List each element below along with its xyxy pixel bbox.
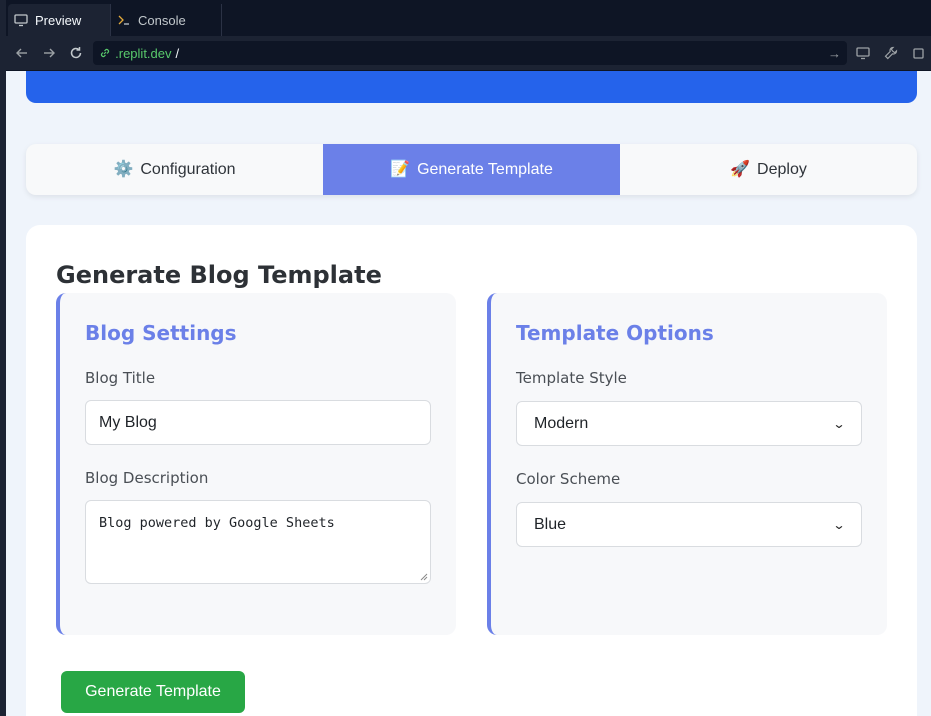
tab-deploy[interactable]: 🚀 Deploy xyxy=(620,144,917,195)
color-scheme-value: Blue xyxy=(534,515,567,533)
tab-console[interactable]: Console xyxy=(110,4,222,36)
color-scheme-label: Color Scheme xyxy=(516,470,621,488)
url-bar: .replit.dev / → xyxy=(6,36,931,70)
tab-configuration[interactable]: ⚙️ Configuration xyxy=(26,144,323,195)
tab-generate-template-label: Generate Template xyxy=(417,160,553,178)
tab-deploy-label: Deploy xyxy=(757,160,807,178)
color-scheme-select[interactable]: Blue ⌄ xyxy=(516,502,862,547)
reload-button[interactable] xyxy=(62,39,89,67)
forward-button[interactable] xyxy=(35,39,62,67)
template-style-select[interactable]: Modern ⌄ xyxy=(516,401,862,446)
devtools-button[interactable] xyxy=(879,39,903,67)
new-tab-button[interactable] xyxy=(907,39,931,67)
tab-preview[interactable]: Preview xyxy=(8,4,114,36)
back-button[interactable] xyxy=(8,39,35,67)
template-options-panel: Template Options Template Style Modern ⌄… xyxy=(487,293,887,635)
blog-description-text: Blog powered by Google Sheets xyxy=(99,515,335,531)
template-style-label: Template Style xyxy=(516,369,627,387)
blog-title-input[interactable]: My Blog xyxy=(85,400,431,445)
blog-description-textarea[interactable]: Blog powered by Google Sheets xyxy=(85,500,431,584)
external-icon xyxy=(913,48,924,59)
go-arrow-icon[interactable]: → xyxy=(828,46,841,61)
devices-button[interactable] xyxy=(851,39,875,67)
ide-tab-bar: Preview Console xyxy=(6,0,931,37)
preview-viewport: ⚙️ Configuration 📝 Generate Template 🚀 D… xyxy=(6,71,931,716)
reload-icon xyxy=(70,47,81,59)
link-icon xyxy=(101,48,110,58)
blog-description-label: Blog Description xyxy=(85,469,209,487)
memo-icon: 📝 xyxy=(390,160,411,178)
tab-configuration-label: Configuration xyxy=(140,160,236,178)
blog-title-label: Blog Title xyxy=(85,369,156,387)
header-banner xyxy=(26,71,917,103)
devices-icon xyxy=(856,47,870,60)
monitor-icon xyxy=(14,13,28,27)
arrow-right-icon xyxy=(43,48,55,58)
url-path: / xyxy=(175,45,180,61)
chevron-down-icon: ⌄ xyxy=(832,517,846,532)
gear-icon: ⚙️ xyxy=(113,160,134,178)
blog-settings-panel: Blog Settings Blog Title My Blog Blog De… xyxy=(56,293,456,635)
resize-grip-icon[interactable] xyxy=(420,573,428,581)
section-title: Generate Blog Template xyxy=(56,261,382,289)
blog-settings-title: Blog Settings xyxy=(85,321,237,345)
arrow-left-icon xyxy=(15,48,27,58)
generate-card: Generate Blog Template Blog Settings Blo… xyxy=(26,225,917,716)
chevron-down-icon: ⌄ xyxy=(832,416,846,431)
url-host: .replit.dev xyxy=(115,45,172,61)
app-tab-nav: ⚙️ Configuration 📝 Generate Template 🚀 D… xyxy=(26,144,917,195)
template-style-value: Modern xyxy=(534,414,589,432)
tab-generate-template[interactable]: 📝 Generate Template xyxy=(323,144,620,195)
generate-template-button[interactable]: Generate Template xyxy=(61,671,245,713)
tab-preview-label: Preview xyxy=(35,12,82,28)
wrench-icon xyxy=(884,46,898,60)
template-options-title: Template Options xyxy=(516,321,714,345)
address-field[interactable]: .replit.dev / → xyxy=(93,41,847,65)
rocket-icon: 🚀 xyxy=(730,160,751,178)
tab-console-label: Console xyxy=(138,12,186,28)
terminal-icon xyxy=(117,13,131,27)
